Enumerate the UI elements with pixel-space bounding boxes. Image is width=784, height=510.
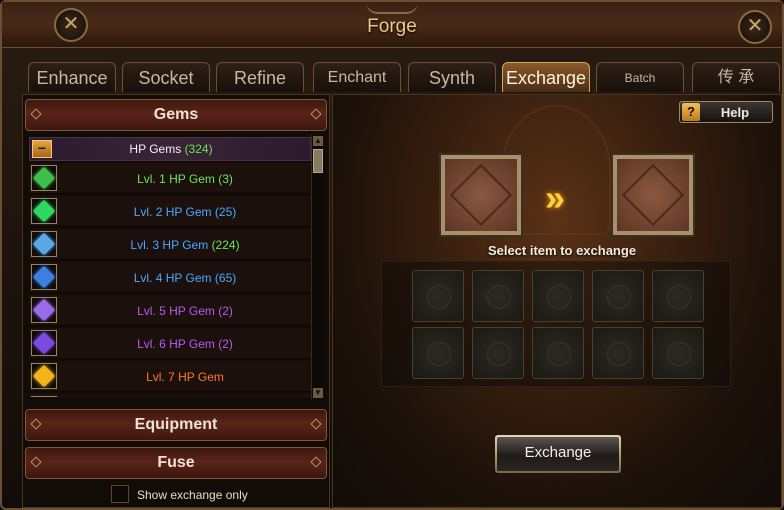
section-equipment[interactable]: Equipment <box>25 409 327 441</box>
section-equipment-label: Equipment <box>134 416 218 433</box>
ornament-icon <box>310 456 322 468</box>
ornament-icon <box>30 418 42 430</box>
gem-slot <box>31 297 57 323</box>
section-gems[interactable]: Gems <box>25 99 327 131</box>
item-label: Lvl. 7 HP Gem <box>146 370 224 384</box>
gem-icon <box>32 298 56 322</box>
target-item-slot[interactable] <box>611 153 695 237</box>
item-label: Lvl. 1 HP Gem (3) <box>137 172 233 186</box>
source-item-slot[interactable] <box>439 153 523 237</box>
exchange-slot[interactable] <box>532 270 584 322</box>
forge-window: ✕ Forge ✕ Enhance Socket Refine Enchant … <box>0 0 784 510</box>
exchange-panel: ? Help » Select item to exchange Exchang… <box>332 94 782 508</box>
title-ornament <box>366 2 418 14</box>
list-item[interactable]: Lvl. 5 HP Gem (2) <box>29 295 311 326</box>
list-item[interactable]: Lvl. 1 HP Gem (3) <box>29 163 311 194</box>
gem-list: − HP Gems (324) Lvl. 1 HP Gem (3) Lvl. 2… <box>29 135 311 397</box>
title-bar: ✕ Forge ✕ <box>2 2 782 48</box>
tab-inherit[interactable]: 传 承 <box>692 62 780 92</box>
gem-slot <box>31 231 57 257</box>
group-count: (324) <box>184 142 213 156</box>
item-label: Lvl. 5 HP Gem (2) <box>137 304 233 318</box>
show-exchange-only-label: Show exchange only <box>137 488 248 502</box>
gem-slot <box>31 165 57 191</box>
exchange-slot[interactable] <box>472 270 524 322</box>
tab-exchange[interactable]: Exchange <box>502 62 590 92</box>
gem-icon <box>32 331 56 355</box>
exchange-slot[interactable] <box>412 327 464 379</box>
item-label: Lvl. 3 HP Gem (224) <box>130 238 240 252</box>
exchange-slot[interactable] <box>472 327 524 379</box>
gem-icon <box>32 199 56 223</box>
exchange-slot[interactable] <box>412 270 464 322</box>
select-item-prompt: Select item to exchange <box>487 243 637 258</box>
section-gems-label: Gems <box>153 106 199 123</box>
exchange-slot[interactable] <box>592 270 644 322</box>
list-item[interactable] <box>29 394 311 397</box>
scroll-thumb[interactable] <box>313 149 323 173</box>
exchange-slot[interactable] <box>532 327 584 379</box>
gem-icon <box>32 364 56 388</box>
gem-icon <box>32 232 56 256</box>
item-label: Lvl. 6 HP Gem (2) <box>137 337 233 351</box>
gem-slot <box>31 198 57 224</box>
gem-icon <box>32 166 56 190</box>
tab-socket[interactable]: Socket <box>122 62 210 92</box>
gem-slot <box>31 363 57 389</box>
scroll-up-icon[interactable]: ▲ <box>313 136 323 146</box>
section-fuse[interactable]: Fuse <box>25 447 327 479</box>
exchange-slot[interactable] <box>592 327 644 379</box>
list-scrollbar[interactable]: ▲ ▼ <box>311 135 323 399</box>
exchange-slot[interactable] <box>652 327 704 379</box>
exchange-slot[interactable] <box>652 270 704 322</box>
show-exchange-only-checkbox[interactable] <box>111 485 129 503</box>
section-fuse-label: Fuse <box>157 454 195 471</box>
tab-refine[interactable]: Refine <box>216 62 304 92</box>
question-icon: ? <box>682 103 700 121</box>
tab-enhance[interactable]: Enhance <box>28 62 116 92</box>
list-item[interactable]: Lvl. 6 HP Gem (2) <box>29 328 311 359</box>
ornament-icon <box>30 456 42 468</box>
group-name: HP Gems <box>129 142 182 156</box>
exchange-grid <box>381 261 731 387</box>
close-icon[interactable]: ✕ <box>738 10 772 44</box>
item-label: Lvl. 2 HP Gem (25) <box>133 205 237 219</box>
ornament-icon <box>30 108 42 120</box>
slot-pattern <box>621 163 685 227</box>
gem-icon <box>32 265 56 289</box>
category-sidebar: Gems − HP Gems (324) Lvl. 1 HP Gem (3) L… <box>22 94 330 508</box>
ornament-icon <box>310 418 322 430</box>
tab-synth[interactable]: Synth <box>408 62 496 92</box>
help-button[interactable]: ? Help <box>679 101 773 123</box>
arrow-right-icon: » <box>545 177 566 218</box>
exchange-button-label: Exchange <box>497 437 619 471</box>
item-label: Lvl. 4 HP Gem (65) <box>133 271 237 285</box>
list-item[interactable]: Lvl. 4 HP Gem (65) <box>29 262 311 293</box>
group-hp-gems[interactable]: − HP Gems (324) <box>29 137 311 161</box>
ornament-icon <box>310 108 322 120</box>
group-label: HP Gems (324) <box>30 142 311 156</box>
list-item[interactable]: Lvl. 7 HP Gem <box>29 361 311 392</box>
scroll-down-icon[interactable]: ▼ <box>313 388 323 398</box>
tab-enchant[interactable]: Enchant <box>313 62 401 92</box>
help-label: Help <box>720 105 750 120</box>
gem-slot <box>31 330 57 356</box>
window-title: Forge <box>367 16 417 37</box>
list-item[interactable]: Lvl. 2 HP Gem (25) <box>29 196 311 227</box>
gem-slot <box>31 396 57 397</box>
list-item[interactable]: Lvl. 3 HP Gem (224) <box>29 229 311 260</box>
gem-slot <box>31 264 57 290</box>
tab-batch-exchange[interactable]: Batch Exchange <box>596 62 684 115</box>
slot-pattern <box>449 163 513 227</box>
exchange-button[interactable]: Exchange <box>495 435 621 473</box>
